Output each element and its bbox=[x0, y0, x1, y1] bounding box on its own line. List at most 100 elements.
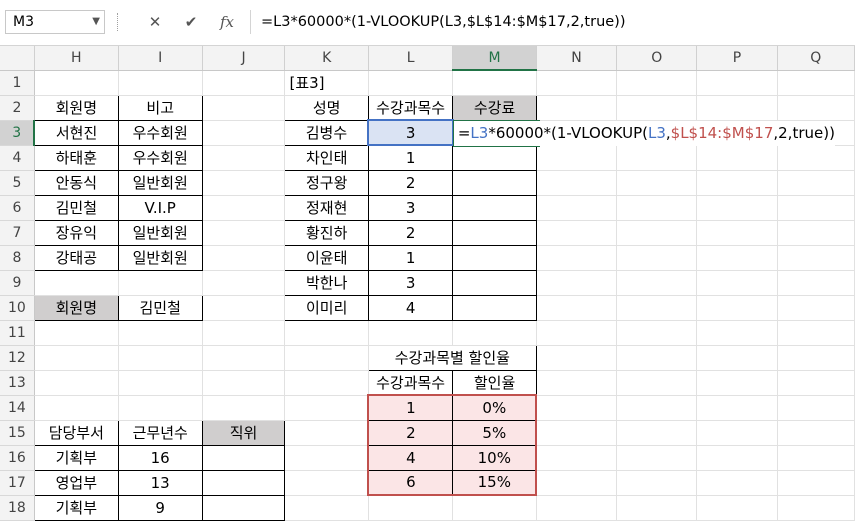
cell-j14[interactable] bbox=[202, 395, 286, 421]
cell-p11[interactable] bbox=[696, 320, 778, 346]
cancel-icon[interactable]: ✕ bbox=[140, 10, 170, 34]
dept-years-cell[interactable]: 9 bbox=[117, 494, 203, 521]
cell-q7[interactable] bbox=[777, 220, 855, 246]
cell-q15[interactable] bbox=[777, 420, 855, 446]
cell-i14[interactable] bbox=[118, 395, 203, 421]
cell-i12[interactable] bbox=[118, 345, 203, 371]
cell-p17[interactable] bbox=[696, 470, 778, 496]
discount-rate-cell[interactable]: 15% bbox=[452, 469, 538, 496]
cell-l1[interactable] bbox=[368, 70, 454, 96]
cell-j5[interactable] bbox=[202, 170, 286, 196]
cell-n5[interactable] bbox=[536, 170, 618, 196]
insert-function-icon[interactable]: fx bbox=[212, 10, 242, 34]
cell-j11[interactable] bbox=[202, 320, 286, 346]
member-note-cell[interactable]: 우수회원 bbox=[117, 119, 203, 146]
cell-p4[interactable] bbox=[696, 145, 778, 171]
discount-count-cell[interactable]: 6 bbox=[367, 469, 454, 496]
table3-name-cell[interactable]: 차인태 bbox=[284, 144, 369, 171]
column-header-o[interactable]: O bbox=[616, 46, 698, 71]
cell-n6[interactable] bbox=[536, 195, 618, 221]
member-name-cell[interactable]: 하태훈 bbox=[33, 144, 119, 171]
cell-j10[interactable] bbox=[202, 295, 286, 321]
discount-rate-cell[interactable]: 10% bbox=[452, 444, 538, 471]
cell-k17[interactable] bbox=[284, 470, 369, 496]
cell-p6[interactable] bbox=[696, 195, 778, 221]
cell-j8[interactable] bbox=[202, 245, 286, 271]
row-header-3[interactable]: 3 bbox=[0, 120, 36, 146]
chevron-down-icon[interactable]: ▼ bbox=[92, 11, 100, 33]
member-note-cell[interactable]: 우수회원 bbox=[117, 144, 203, 171]
cell-o7[interactable] bbox=[616, 220, 698, 246]
cell-q1[interactable] bbox=[777, 70, 855, 96]
cell-l18[interactable] bbox=[368, 495, 454, 521]
dept-position-cell[interactable] bbox=[201, 494, 286, 521]
table3-count-cell[interactable]: 4 bbox=[367, 294, 454, 321]
dept-name-cell[interactable]: 기획부 bbox=[33, 494, 119, 521]
cell-j3[interactable] bbox=[202, 120, 286, 146]
row-header-11[interactable]: 11 bbox=[0, 320, 35, 346]
cell-o6[interactable] bbox=[616, 195, 698, 221]
cell-n17[interactable] bbox=[536, 470, 618, 496]
cell-n13[interactable] bbox=[536, 370, 618, 396]
row-header-1[interactable]: 1 bbox=[0, 70, 35, 96]
row-header-15[interactable]: 15 bbox=[0, 420, 35, 446]
member-header-note[interactable]: 비고 bbox=[117, 94, 203, 121]
cell-h12[interactable] bbox=[34, 345, 119, 371]
cell-k14[interactable] bbox=[284, 395, 369, 421]
cell-q16[interactable] bbox=[777, 445, 855, 471]
cell-p2[interactable] bbox=[696, 95, 778, 121]
cell-q6[interactable] bbox=[777, 195, 855, 221]
member-header-name[interactable]: 회원명 bbox=[33, 94, 119, 121]
discount-rate-cell[interactable]: 5% bbox=[452, 419, 538, 446]
row-header-2[interactable]: 2 bbox=[0, 95, 35, 121]
cell-p12[interactable] bbox=[696, 345, 778, 371]
cell-h14[interactable] bbox=[34, 395, 119, 421]
member-name-cell[interactable]: 강태공 bbox=[33, 244, 119, 271]
cell-q12[interactable] bbox=[777, 345, 855, 371]
column-header-p[interactable]: P bbox=[696, 46, 778, 71]
cell-j13[interactable] bbox=[202, 370, 286, 396]
table3-caption[interactable]: [표3] bbox=[284, 70, 369, 96]
table3-count-cell-selected[interactable]: 3 bbox=[367, 119, 454, 146]
row-header-5[interactable]: 5 bbox=[0, 170, 35, 196]
column-header-m[interactable]: M bbox=[452, 46, 537, 71]
table3-count-cell[interactable]: 3 bbox=[367, 269, 454, 296]
table3-fee-cell[interactable] bbox=[452, 194, 537, 221]
table3-fee-cell[interactable] bbox=[452, 294, 537, 321]
member-name-cell[interactable]: 김민철 bbox=[33, 194, 119, 221]
cell-j7[interactable] bbox=[202, 220, 286, 246]
cell-i1[interactable] bbox=[118, 70, 203, 96]
cell-n15[interactable] bbox=[536, 420, 618, 446]
dept-name-cell[interactable]: 기획부 bbox=[33, 444, 119, 471]
cell-k13[interactable] bbox=[284, 370, 369, 396]
cell-n16[interactable] bbox=[536, 445, 618, 471]
table3-fee-cell[interactable] bbox=[452, 219, 537, 246]
dept-years-cell[interactable]: 13 bbox=[117, 469, 203, 496]
cell-o11[interactable] bbox=[616, 320, 698, 346]
member-name-cell[interactable]: 장유익 bbox=[33, 219, 119, 246]
cell-k15[interactable] bbox=[284, 420, 369, 446]
row-header-7[interactable]: 7 bbox=[0, 220, 35, 246]
cell-o10[interactable] bbox=[616, 295, 698, 321]
table3-count-cell[interactable]: 2 bbox=[367, 219, 454, 246]
cell-p18[interactable] bbox=[696, 495, 778, 521]
dept-position-cell[interactable] bbox=[201, 444, 286, 471]
row-header-9[interactable]: 9 bbox=[0, 270, 35, 296]
dept-years-cell[interactable]: 16 bbox=[117, 444, 203, 471]
row-header-10[interactable]: 10 bbox=[0, 295, 35, 321]
active-cell-m3[interactable]: =L3*60000*(1-VLOOKUP(L3,$L$14:$M$17,2,tr… bbox=[452, 119, 835, 147]
cell-o16[interactable] bbox=[616, 445, 698, 471]
cell-o15[interactable] bbox=[616, 420, 698, 446]
table3-name-cell[interactable]: 박한나 bbox=[284, 269, 369, 296]
row-header-12[interactable]: 12 bbox=[0, 345, 35, 371]
discount-count-cell[interactable]: 4 bbox=[367, 444, 454, 471]
cell-k16[interactable] bbox=[284, 445, 369, 471]
table3-count-cell[interactable]: 1 bbox=[367, 244, 454, 271]
cell-m18[interactable] bbox=[452, 495, 537, 521]
column-header-q[interactable]: Q bbox=[777, 46, 855, 71]
enter-icon[interactable]: ✔ bbox=[176, 10, 206, 34]
member-name-cell[interactable]: 안동식 bbox=[33, 169, 119, 196]
cell-j9[interactable] bbox=[202, 270, 286, 296]
table3-name-cell[interactable]: 정구왕 bbox=[284, 169, 369, 196]
cell-n2[interactable] bbox=[536, 95, 618, 121]
